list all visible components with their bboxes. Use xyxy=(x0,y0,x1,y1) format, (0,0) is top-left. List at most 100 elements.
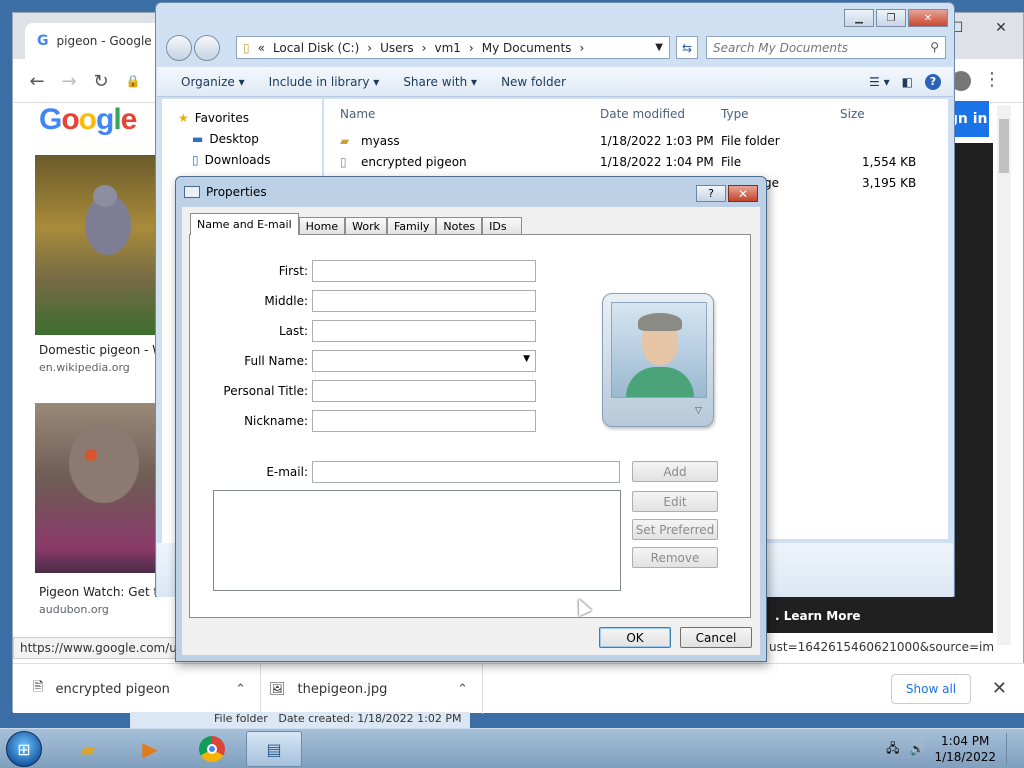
nav-item-favorites[interactable]: ★ Favorites xyxy=(178,111,249,125)
preview-pane-icon[interactable]: ◧ xyxy=(902,75,913,89)
google-logo[interactable]: Google xyxy=(39,103,137,137)
file-name: myass xyxy=(361,134,400,148)
file-name: encrypted pigeon xyxy=(361,155,467,169)
address-bar[interactable]: ▯ « Local Disk (C:) › Users › vm1 › My D… xyxy=(236,36,670,59)
last-name-field[interactable] xyxy=(312,320,536,342)
contact-picture[interactable]: ▽ xyxy=(602,293,714,427)
breadcrumb-separator: « xyxy=(257,40,265,55)
full-name-select[interactable]: ▼ xyxy=(312,350,536,372)
breadcrumb-item[interactable]: Users xyxy=(380,41,414,55)
command-bar: Organize ▾ Include in library ▾ Share wi… xyxy=(157,67,953,97)
breadcrumb-item[interactable]: Local Disk (C:) xyxy=(273,41,359,55)
column-header-date[interactable]: Date modified xyxy=(600,107,685,121)
file-type: File xyxy=(721,155,742,169)
add-button[interactable]: Add xyxy=(632,461,718,482)
chevron-up-icon[interactable]: ⌃ xyxy=(457,682,468,697)
help-icon[interactable]: ? xyxy=(925,73,941,90)
close-icon[interactable]: ✕ xyxy=(979,13,1023,43)
show-desktop-button[interactable] xyxy=(1006,733,1016,765)
tab-ids[interactable]: IDs xyxy=(482,217,523,235)
chrome-icon xyxy=(199,736,225,762)
taskbar-chrome-icon[interactable] xyxy=(184,731,240,767)
middle-name-field[interactable] xyxy=(312,290,536,312)
email-list[interactable] xyxy=(213,490,621,591)
share-with-label: Share with xyxy=(403,74,468,89)
chevron-down-icon[interactable]: ▼ xyxy=(523,354,530,364)
chrome-menu-icon[interactable]: ⋮ xyxy=(983,69,1001,90)
email-field[interactable] xyxy=(312,461,620,483)
column-header-name[interactable]: Name xyxy=(340,107,375,121)
reload-icon[interactable]: ↻ xyxy=(89,69,113,93)
result-title-1[interactable]: Domestic pigeon - Wi xyxy=(39,343,167,357)
tab-home[interactable]: Home xyxy=(298,217,346,235)
file-row[interactable]: ▯ encrypted pigeon 1/18/2022 1:04 PM Fil… xyxy=(324,152,944,172)
chevron-down-icon[interactable]: ▽ xyxy=(695,406,702,416)
file-row[interactable]: ▰ myass 1/18/2022 1:03 PM File folder xyxy=(324,131,944,151)
include-in-library-button[interactable]: Include in library ▾ xyxy=(269,75,380,89)
edit-button[interactable]: Edit xyxy=(632,491,718,512)
refresh-icon[interactable]: ⇆ xyxy=(676,36,698,59)
tab-family[interactable]: Family xyxy=(386,217,437,235)
result-title-2[interactable]: Pigeon Watch: Get to xyxy=(39,585,166,599)
cancel-button[interactable]: Cancel xyxy=(680,627,752,648)
taskbar-explorer-icon[interactable]: ▰ xyxy=(60,731,116,767)
tab-name-and-email[interactable]: Name and E-mail xyxy=(190,213,299,235)
clock[interactable]: 1:04 PM 1/18/2022 xyxy=(934,733,996,765)
view-options-icon[interactable]: ☰ ▾ xyxy=(869,75,890,89)
forward-button[interactable] xyxy=(194,35,220,61)
close-downloads-icon[interactable]: ✕ xyxy=(992,678,1007,699)
organize-button[interactable]: Organize ▾ xyxy=(181,75,245,89)
dialog-tabs: Name and E-mail Home Work Family Notes I… xyxy=(190,213,523,235)
remove-button[interactable]: Remove xyxy=(632,547,718,568)
nickname-label: Nickname: xyxy=(244,414,308,428)
column-header-type[interactable]: Type xyxy=(721,107,749,121)
folder-icon: ▰ xyxy=(340,134,350,148)
maximize-icon[interactable]: ❐ xyxy=(876,9,906,27)
nav-label: Downloads xyxy=(204,153,271,167)
search-icon[interactable]: ⚲ xyxy=(930,40,939,54)
taskbar-media-player-icon[interactable]: ▶ xyxy=(122,731,178,767)
help-button[interactable]: ? xyxy=(696,185,726,202)
download-item[interactable]: 🖼 thepigeon.jpg ⌃ xyxy=(249,664,483,714)
ok-button[interactable]: OK xyxy=(599,627,671,648)
show-all-button[interactable]: Show all xyxy=(891,674,971,704)
volume-icon[interactable]: 🔊 xyxy=(910,742,925,756)
result-image-pigeon-watch[interactable] xyxy=(35,403,157,573)
close-icon[interactable]: ✕ xyxy=(908,9,948,27)
chevron-down-icon[interactable]: ▼ xyxy=(655,42,663,53)
desktop-icon: ▬ xyxy=(192,132,204,146)
personal-title-field[interactable] xyxy=(312,380,536,402)
nickname-field[interactable] xyxy=(312,410,536,432)
view-controls: ☰ ▾ ◧ ? xyxy=(869,73,941,90)
tab-notes[interactable]: Notes xyxy=(436,217,483,235)
back-button[interactable] xyxy=(166,35,192,61)
network-icon[interactable]: 🖧 xyxy=(886,739,899,760)
first-name-field[interactable] xyxy=(312,260,536,282)
learn-more-link[interactable]: . Learn More xyxy=(775,609,861,623)
tab-work[interactable]: Work xyxy=(345,217,387,235)
scrollbar-thumb[interactable] xyxy=(999,119,1009,173)
column-header-size[interactable]: Size xyxy=(840,107,865,121)
forward-arrow-icon[interactable]: → xyxy=(57,69,81,93)
minimize-icon[interactable]: ▁ xyxy=(844,9,874,27)
chevron-up-icon[interactable]: ⌃ xyxy=(235,682,246,697)
share-with-button[interactable]: Share with ▾ xyxy=(403,75,477,89)
file-type: File folder xyxy=(721,134,780,148)
chrome-scrollbar[interactable] xyxy=(997,105,1011,645)
new-folder-button[interactable]: New folder xyxy=(501,75,566,89)
dialog-titlebar[interactable]: Properties xyxy=(176,177,766,207)
nav-item-downloads[interactable]: ▯ Downloads xyxy=(192,153,271,167)
nav-item-desktop[interactable]: ▬ Desktop xyxy=(192,132,259,146)
result-image-domestic-pigeon[interactable] xyxy=(35,155,157,335)
details-date-created: Date created: 1/18/2022 1:02 PM xyxy=(278,712,462,725)
breadcrumb-item[interactable]: My Documents xyxy=(482,41,572,55)
search-input[interactable]: Search My Documents ⚲ xyxy=(706,36,946,59)
close-icon[interactable]: ✕ xyxy=(728,185,758,202)
taskbar-contacts-icon[interactable]: ▤ xyxy=(246,731,302,767)
start-button[interactable]: ⊞ xyxy=(6,731,42,767)
set-preferred-button[interactable]: Set Preferred xyxy=(632,519,718,540)
back-arrow-icon[interactable]: ← xyxy=(25,69,49,93)
download-item[interactable]: 🖹 encrypted pigeon ⌃ xyxy=(13,664,261,714)
taskbar: ⊞ ▰ ▶ ▤ 🖧 🔊 1:04 PM 1/18/2022 xyxy=(0,728,1024,768)
breadcrumb-item[interactable]: vm1 xyxy=(434,41,460,55)
